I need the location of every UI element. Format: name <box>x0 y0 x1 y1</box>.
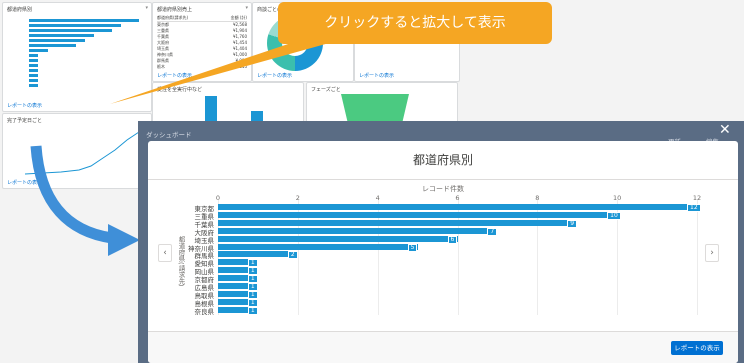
modal-header: 都道府県別 <box>148 141 738 180</box>
bar[interactable] <box>218 227 498 234</box>
callout-banner: クリックすると拡大して表示 <box>278 2 552 44</box>
grid-line <box>697 200 698 315</box>
bar-value-label: 1 <box>247 306 258 315</box>
x-tick-label: 10 <box>613 194 622 202</box>
bar-value-label: 12 <box>687 204 701 212</box>
bar-value-label: 1 <box>247 298 258 307</box>
close-icon[interactable]: ✕ <box>719 123 731 137</box>
bar-value-label: 5 <box>407 243 418 252</box>
bar[interactable] <box>218 243 418 250</box>
bar-value-label: 9 <box>567 219 578 228</box>
bar-value-label: 1 <box>247 275 258 284</box>
modal-footer <box>148 331 738 363</box>
x-tick-label: 12 <box>692 194 702 202</box>
bar-value-label: 10 <box>607 211 621 220</box>
x-tick-label: 2 <box>295 194 300 202</box>
x-tick-label: 4 <box>375 194 380 202</box>
bar[interactable] <box>218 235 458 242</box>
x-tick-label: 8 <box>535 194 540 202</box>
dashboard-label: ダッシュボード <box>146 131 192 139</box>
bar[interactable] <box>218 204 697 210</box>
y-axis-title: 都道府県(請求先) <box>177 236 185 287</box>
modal-title: 都道府県別 <box>412 153 473 167</box>
bar-value-label: 2 <box>287 251 298 260</box>
bar[interactable] <box>218 219 578 226</box>
x-tick-label: 6 <box>455 194 460 202</box>
x-tick-label: 0 <box>215 194 221 202</box>
bar-value-label: 1 <box>247 290 258 299</box>
view-report-button[interactable]: レポートの表示 <box>671 341 723 355</box>
bar-value-label: 7 <box>487 227 498 236</box>
category-label: 奈良県 <box>194 307 215 316</box>
chevron-left-icon[interactable]: ‹ <box>158 244 172 262</box>
x-axis-title: レコード件数 <box>422 185 464 193</box>
bar-value-label: 1 <box>247 283 258 291</box>
bar-value-label: 6 <box>447 235 458 244</box>
chevron-right-icon[interactable]: › <box>705 244 719 262</box>
bar[interactable] <box>218 211 618 218</box>
bar-value-label: 1 <box>247 267 258 276</box>
bar[interactable] <box>218 251 298 258</box>
chart-modal: 都道府県別 レコード件数 0 2 4 6 8 10 12 東京都 12 三重県 10 千葉県 9 大阪府 7… <box>148 141 738 363</box>
bar-value-label: 1 <box>247 259 258 268</box>
